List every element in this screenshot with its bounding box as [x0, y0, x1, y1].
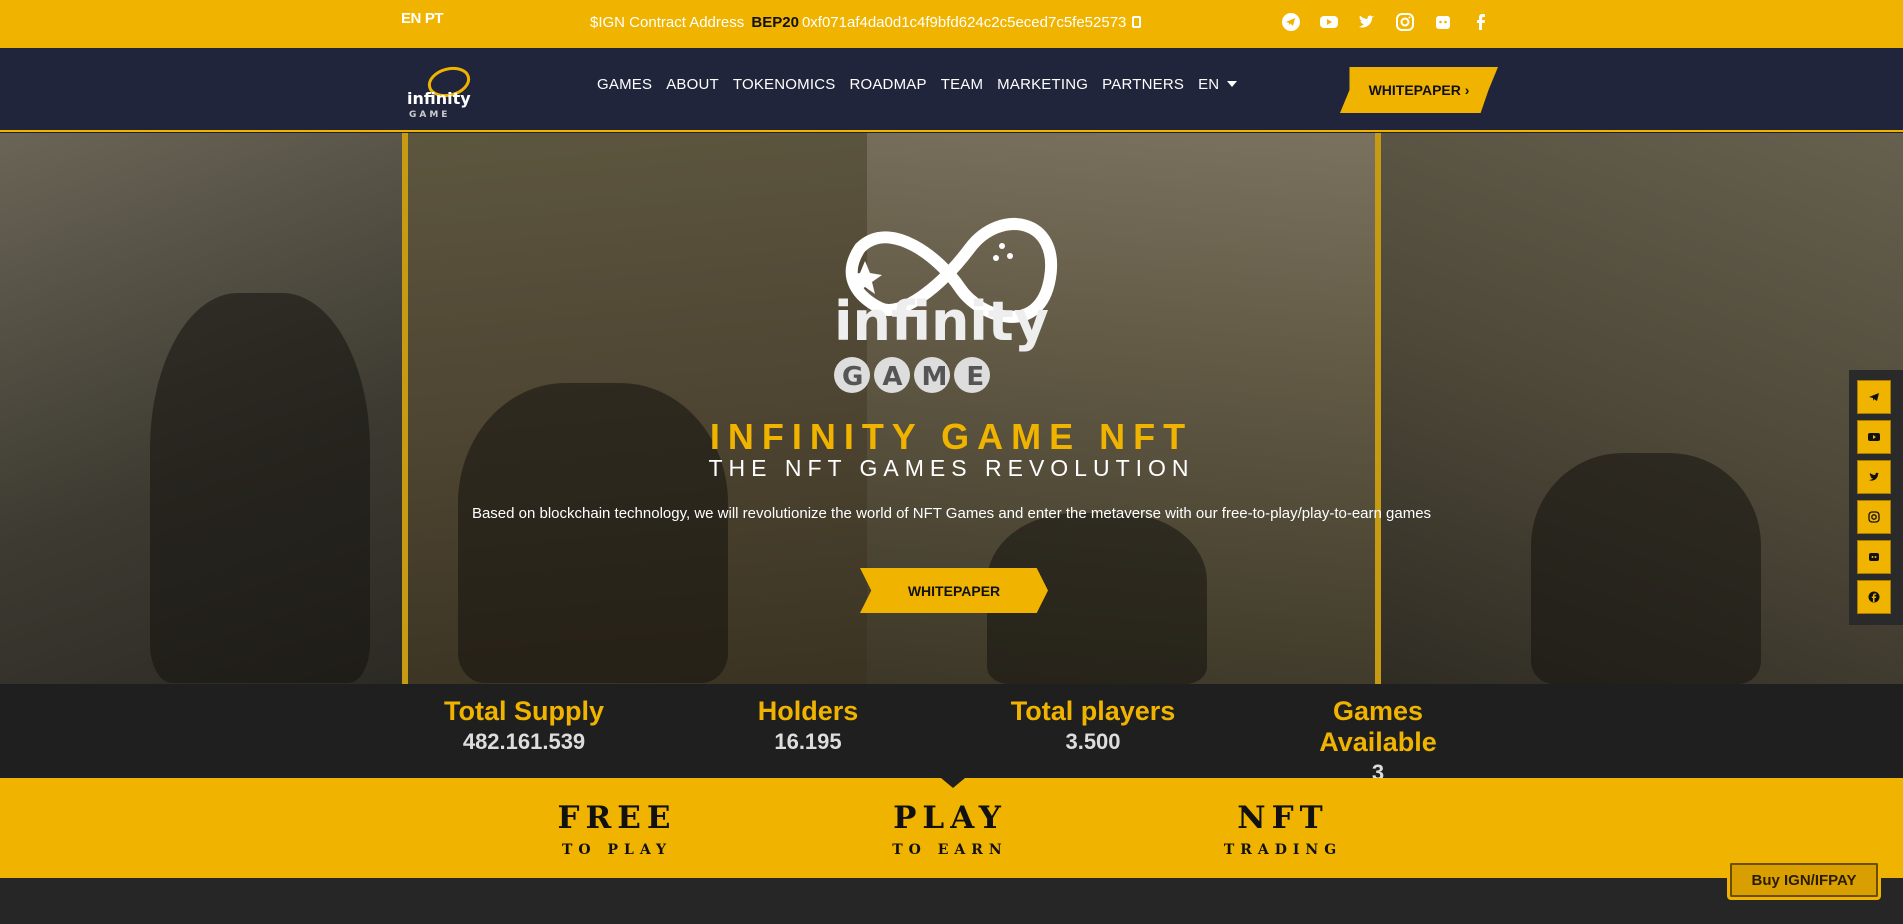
- hero-description: Based on blockchain technology, we will …: [471, 505, 1432, 522]
- svg-text:infinity: infinity: [834, 290, 1049, 353]
- stat-value: 16.195: [774, 729, 842, 754]
- hero-panel-2: [402, 133, 867, 684]
- features-band: FREE TO PLAY PLAY TO EARN NFT TRADING: [0, 778, 1903, 878]
- nav-menu: GAMES ABOUT TOKENOMICS ROADMAP TEAM MARK…: [597, 76, 1238, 93]
- contract-address[interactable]: 0xf071af4da0d1c4f9bfd624c2c5eced7c5fe525…: [802, 14, 1126, 31]
- stat-holders: Holders 16.195: [728, 696, 888, 755]
- top-social-links: [1281, 12, 1491, 32]
- feature-nft-trading: NFT TRADING: [1203, 800, 1363, 858]
- side-instagram-icon[interactable]: [1857, 500, 1891, 534]
- buy-token-button[interactable]: Buy IGN/IFPAY: [1727, 860, 1881, 900]
- nav-item-games[interactable]: GAMES: [597, 76, 652, 93]
- feature-title: FREE: [557, 800, 677, 836]
- facebook-icon[interactable]: [1471, 12, 1491, 32]
- feature-play-to-earn: PLAY TO EARN: [870, 800, 1030, 858]
- side-youtube-icon[interactable]: [1857, 420, 1891, 454]
- youtube-icon[interactable]: [1319, 12, 1339, 32]
- nav-item-partners[interactable]: PARTNERS: [1102, 76, 1184, 93]
- hero-panel-4: [1375, 133, 1903, 684]
- hero-subtitle: THE NFT GAMES REVOLUTION: [708, 455, 1195, 481]
- soldier-silhouette: [1531, 453, 1761, 684]
- side-facebook-icon[interactable]: [1857, 580, 1891, 614]
- top-bar: EN PT $IGN Contract Address BEP20 0xf071af…: [0, 0, 1903, 48]
- stat-total-players: Total players 3.500: [1003, 696, 1183, 755]
- chevron-down-icon: [1227, 81, 1238, 87]
- lang-en-link[interactable]: EN: [401, 10, 421, 27]
- stat-games-available: Games Available 3: [1278, 696, 1478, 786]
- nav-item-roadmap[interactable]: ROADMAP: [849, 76, 926, 93]
- site-logo[interactable]: infinity GAME: [405, 62, 477, 120]
- next-section: [0, 878, 1903, 924]
- nav-item-tokenomics[interactable]: TOKENOMICS: [733, 76, 836, 93]
- main-navigation: infinity GAME GAMES ABOUT TOKENOMICS ROA…: [0, 48, 1903, 132]
- svg-text:GAME: GAME: [409, 110, 450, 120]
- copy-icon[interactable]: [1132, 16, 1142, 28]
- contract-address-bar: $IGN Contract Address BEP20 0xf071af4da0d…: [590, 14, 1142, 31]
- stat-total-supply: Total Supply 482.161.539: [444, 696, 604, 755]
- side-discord-icon[interactable]: [1857, 540, 1891, 574]
- hero-title: INFINITY GAME NFT: [709, 416, 1194, 457]
- instagram-icon[interactable]: [1395, 12, 1415, 32]
- feature-subtitle: TO EARN: [892, 842, 1008, 858]
- svg-text:GAME: GAME: [842, 362, 1003, 392]
- hero-panel-1: [0, 133, 402, 684]
- nav-language-dropdown[interactable]: EN: [1198, 76, 1238, 93]
- side-twitter-icon[interactable]: [1857, 460, 1891, 494]
- feature-subtitle: TRADING: [1223, 842, 1343, 858]
- stat-label: Total players: [1010, 696, 1176, 726]
- nav-item-about[interactable]: ABOUT: [666, 76, 719, 93]
- discord-icon[interactable]: [1433, 12, 1453, 32]
- twitter-icon[interactable]: [1357, 12, 1377, 32]
- hero-whitepaper-button[interactable]: WHITEPAPER: [860, 568, 1048, 613]
- side-telegram-icon[interactable]: [1857, 380, 1891, 414]
- stat-label: Total Supply: [444, 696, 604, 726]
- nav-item-team[interactable]: TEAM: [941, 76, 983, 93]
- lang-pt-link[interactable]: PT: [425, 10, 444, 27]
- feature-title: PLAY: [893, 800, 1007, 836]
- nav-language-label: EN: [1198, 76, 1220, 93]
- stat-label: Games Available: [1319, 696, 1437, 757]
- nav-item-marketing[interactable]: MARKETING: [997, 76, 1088, 93]
- hero-logo: infinity GAME: [834, 218, 1058, 393]
- stat-value: 482.161.539: [462, 729, 586, 754]
- whitepaper-button[interactable]: WHITEPAPER ›: [1340, 67, 1498, 113]
- language-switcher: EN PT: [401, 10, 447, 27]
- side-social-bar: [1849, 370, 1903, 625]
- hero-section: infinity GAME INFINITY GAME NFT THE NFT …: [0, 133, 1903, 684]
- stats-bar: Total Supply 482.161.539 Holders 16.195 …: [0, 684, 1903, 785]
- stats-pointer: [941, 778, 965, 788]
- svg-text:infinity: infinity: [407, 89, 471, 108]
- stat-label: Holders: [757, 696, 859, 726]
- telegram-icon[interactable]: [1281, 12, 1301, 32]
- feature-free-to-play: FREE TO PLAY: [537, 800, 697, 858]
- feature-title: NFT: [1237, 800, 1329, 836]
- page: EN PT $IGN Contract Address BEP20 0xf071af…: [0, 0, 1903, 924]
- contract-label: $IGN Contract Address: [590, 14, 745, 31]
- stat-value: 3.500: [1065, 729, 1121, 754]
- contract-network: BEP20: [751, 14, 799, 31]
- feature-subtitle: TO PLAY: [561, 842, 673, 858]
- soldier-silhouette: [150, 293, 370, 683]
